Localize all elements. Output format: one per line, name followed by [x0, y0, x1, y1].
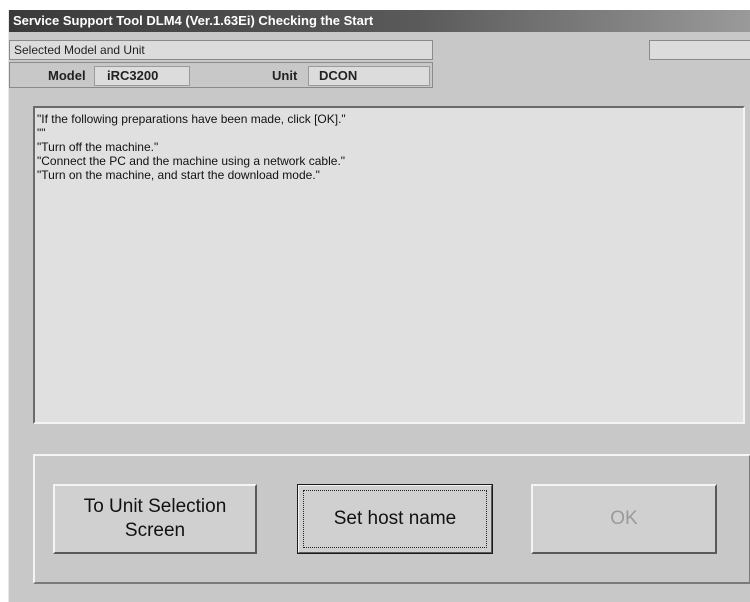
to-unit-selection-label-line1: To Unit Selection	[83, 496, 227, 517]
focus-rectangle	[303, 490, 487, 548]
ok-button[interactable]: OK	[531, 484, 717, 554]
model-value: iRC3200	[94, 66, 190, 86]
button-panel: To Unit Selection Screen Set host name O…	[33, 454, 750, 584]
status-field	[649, 40, 750, 60]
message-line: ""	[37, 126, 46, 140]
message-line: "Turn off the machine."	[37, 140, 159, 154]
instructions-textbox[interactable]: "If the following preparations have been…	[33, 106, 745, 424]
unit-value: DCON	[308, 66, 430, 86]
model-unit-row: Model iRC3200 Unit DCON	[9, 62, 433, 88]
message-line: "If the following preparations have been…	[37, 112, 346, 126]
model-label: Model	[48, 68, 86, 83]
message-line: "Turn on the machine, and start the down…	[37, 168, 320, 182]
app-window: Service Support Tool DLM4 (Ver.1.63Ei) C…	[8, 10, 750, 602]
window-title: Service Support Tool DLM4 (Ver.1.63Ei) C…	[9, 10, 750, 32]
message-line: "Connect the PC and the machine using a …	[37, 154, 346, 168]
set-host-name-button[interactable]: Set host name	[297, 484, 493, 554]
to-unit-selection-button[interactable]: To Unit Selection Screen	[53, 484, 257, 554]
selected-model-unit-header: Selected Model and Unit	[9, 40, 433, 60]
to-unit-selection-label-line2: Screen	[124, 520, 186, 541]
unit-label: Unit	[272, 68, 298, 83]
ok-label: OK	[610, 508, 638, 529]
